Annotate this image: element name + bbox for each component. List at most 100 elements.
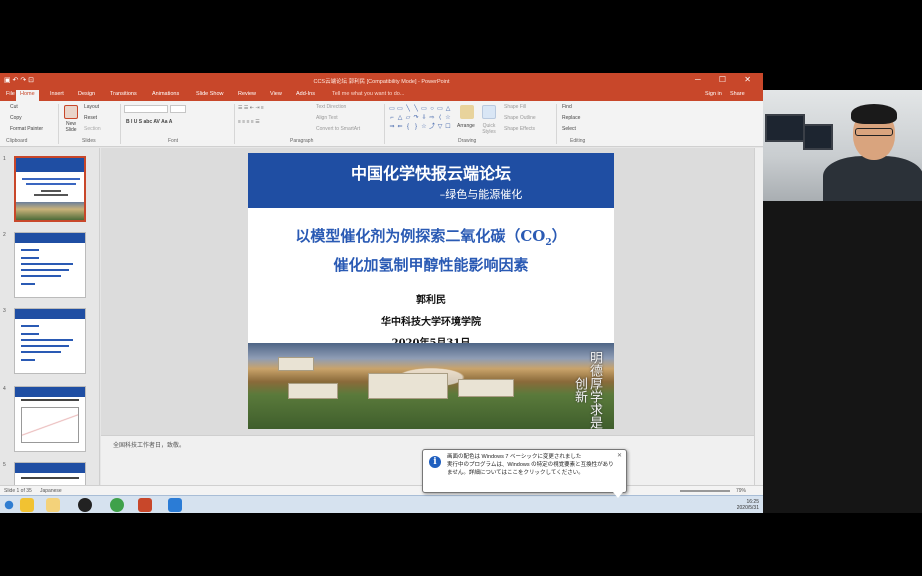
language-indicator[interactable]: Japanese	[40, 488, 62, 494]
list-buttons[interactable]: ☰ ☰ ⇤ ⇥ ≡	[238, 105, 264, 111]
thumbnail-image	[14, 462, 86, 485]
thumbnail-number: 1	[3, 156, 6, 162]
bold-italic-underline-buttons[interactable]: B I U S abc AV Aa A	[126, 119, 172, 125]
window-controls[interactable]: ─ ☐ ✕	[695, 75, 759, 84]
slide-editing-area[interactable]: 中国化学快报云端论坛 –绿色与能源催化 以模型催化剂为例探索二氧化碳（CO2） …	[101, 148, 754, 485]
current-slide[interactable]: 中国化学快报云端论坛 –绿色与能源催化 以模型催化剂为例探索二氧化碳（CO2） …	[248, 153, 614, 429]
tab-file[interactable]: File	[6, 91, 15, 97]
tab-slide-show[interactable]: Slide Show	[196, 91, 224, 97]
tab-animations[interactable]: Animations	[152, 91, 179, 97]
slide-thumbnail[interactable]: 1	[0, 154, 99, 224]
slide-thumbnail[interactable]: 5	[0, 460, 99, 485]
browser-icon[interactable]	[110, 498, 124, 512]
divider	[384, 104, 385, 144]
screen: ▣ ↶ ↷ ⊡ CCS云端论坛 郭利民 [Compatibility Mode]…	[0, 0, 922, 576]
powerpoint-window: ▣ ↶ ↷ ⊡ CCS云端论坛 郭利民 [Compatibility Mode]…	[0, 73, 763, 513]
notification-body: 実行中のプログラムは、Windows の特定の視覚要素と互換性がありません。詳細…	[447, 462, 614, 476]
font-size-select[interactable]	[170, 105, 186, 113]
reset-button[interactable]: Reset	[84, 115, 97, 121]
find-button[interactable]: Find	[562, 104, 572, 110]
share-button[interactable]: Share	[730, 91, 745, 97]
talk-title-line-1: 以模型催化剂为例探索二氧化碳（CO2）	[295, 227, 567, 248]
info-icon: i	[429, 456, 441, 468]
webcam-feed	[763, 90, 922, 201]
tell-me-search[interactable]: Tell me what you want to do...	[332, 91, 404, 97]
paragraph-group-label: Paragraph	[290, 138, 314, 144]
background-monitor	[765, 114, 805, 142]
slide-thumbnail-pane[interactable]: 1 2 3 4 5	[0, 148, 100, 485]
powerpoint-icon[interactable]	[138, 498, 152, 512]
window-title: CCS云端论坛 郭利民 [Compatibility Mode] - Power…	[313, 79, 450, 85]
section-button[interactable]: Section	[84, 126, 101, 132]
shape-outline-button[interactable]: Shape Outline	[504, 115, 536, 121]
thumbnail-image	[14, 386, 86, 452]
divider	[234, 104, 235, 144]
slide-counter: Slide 1 of 35	[4, 488, 32, 494]
thumbnail-number: 5	[3, 462, 6, 468]
thumbnail-number: 2	[3, 232, 6, 238]
zoom-slider[interactable]	[680, 490, 730, 492]
zoom-level[interactable]: 79%	[736, 488, 746, 494]
arrange-icon	[460, 105, 474, 119]
folder-icon[interactable]	[46, 498, 60, 512]
speaker-affiliation: 华中科技大学环境学院	[381, 317, 481, 328]
tab-design[interactable]: Design	[78, 91, 95, 97]
cut-button[interactable]: Cut	[10, 104, 18, 110]
sign-in-link[interactable]: Sign in	[705, 91, 722, 97]
notification-balloon[interactable]: i 画面の配色は Windows 7 ベーシックに変更されました 実行中のプログ…	[422, 449, 627, 498]
new-slide-icon	[64, 105, 78, 119]
motto-calligraphy: 明德厚学求是创新	[572, 351, 602, 429]
text-direction-button[interactable]: Text Direction	[316, 104, 346, 110]
slide-thumbnail[interactable]: 2	[0, 230, 99, 300]
qq-icon[interactable]	[78, 498, 92, 512]
forum-subtitle: –绿色与能源催化	[439, 188, 523, 201]
thumbnail-image	[14, 232, 86, 298]
thumbnail-image	[14, 308, 86, 374]
shapes-gallery[interactable]: ▭ ▭ ╲ ╲ ▭ ○ ▭ △ ⌐ △ ▱ ↷ ⇩ ⇨ ⟨ ☆ ⇒ ⇐{} ☆ ⤴ ▽ ☐	[388, 105, 452, 135]
layout-button[interactable]: Layout	[84, 104, 99, 110]
vertical-scrollbar[interactable]	[754, 148, 763, 485]
notes-text: 全国科技工作者日，致敬。	[113, 443, 186, 449]
clipboard-group-label: Clipboard	[6, 138, 28, 144]
building	[458, 379, 514, 397]
tab-review[interactable]: Review	[238, 91, 256, 97]
clock-date: 2020/5/31	[736, 505, 759, 511]
background-monitor	[803, 124, 833, 150]
quick-styles-button[interactable]: Quick Styles	[478, 123, 500, 135]
presenter-glasses	[855, 128, 893, 136]
status-bar: Slide 1 of 35 Japanese 79%	[0, 485, 763, 495]
shape-fill-button[interactable]: Shape Fill	[504, 104, 526, 110]
shape-effects-button[interactable]: Shape Effects	[504, 126, 535, 132]
taskbar: 16:25 2020/5/31	[0, 495, 763, 513]
new-slide-button[interactable]: New Slide	[63, 121, 79, 133]
balloon-tail	[613, 492, 623, 498]
convert-smartart-button[interactable]: Convert to SmartArt	[316, 126, 360, 132]
presenter-hair	[851, 104, 897, 124]
align-buttons[interactable]: ≡ ≡ ≡ ≡ ☰	[238, 119, 260, 125]
replace-button[interactable]: Replace	[562, 115, 580, 121]
arrange-button[interactable]: Arrange	[457, 123, 475, 129]
select-button[interactable]: Select	[562, 126, 576, 132]
font-group-label: Font	[168, 138, 179, 144]
tab-view[interactable]: View	[270, 91, 282, 97]
font-family-select[interactable]	[124, 105, 168, 113]
format-painter-button[interactable]: Format Painter	[10, 126, 43, 132]
app-icon[interactable]	[20, 498, 34, 512]
slide-thumbnail[interactable]: 3	[0, 306, 99, 376]
thumbnail-number: 4	[3, 386, 6, 392]
drawing-group-label: Drawing	[458, 138, 477, 144]
system-tray[interactable]: 16:25 2020/5/31	[737, 499, 759, 511]
ribbon: Cut Copy Format Painter Clipboard New Sl…	[0, 101, 763, 147]
tab-transitions[interactable]: Transitions	[110, 91, 137, 97]
start-button-icon[interactable]	[2, 498, 16, 512]
meeting-app-icon[interactable]	[168, 498, 182, 512]
tab-home[interactable]: Home	[16, 90, 39, 101]
close-icon[interactable]: ✕	[617, 452, 622, 459]
presenter-body	[823, 156, 922, 201]
copy-button[interactable]: Copy	[10, 115, 22, 121]
tab-add-ins[interactable]: Add-Ins	[296, 91, 315, 97]
tab-insert[interactable]: Insert	[50, 91, 64, 97]
slide-thumbnail[interactable]: 4	[0, 384, 99, 454]
building	[278, 357, 314, 371]
align-text-button[interactable]: Align Text	[316, 115, 338, 121]
